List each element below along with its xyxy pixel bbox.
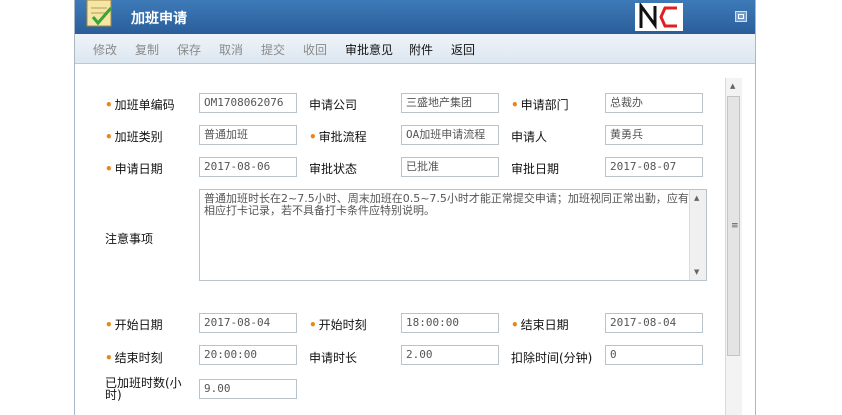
nc-logo bbox=[635, 1, 683, 31]
end-time-label: • 结束时刻 bbox=[105, 351, 163, 365]
scrollbar-thumb[interactable]: ≡ bbox=[727, 96, 740, 356]
apply-duration-field[interactable]: 2.00 bbox=[401, 345, 499, 365]
apply-date-label: • 申请日期 bbox=[105, 162, 163, 176]
end-date-field[interactable]: 2017-08-04 bbox=[605, 313, 703, 333]
window-title: 加班申请 bbox=[131, 11, 187, 27]
apply-date-field[interactable]: 2017-08-06 bbox=[199, 157, 297, 177]
overtime-no-label: • 加班单编码 bbox=[105, 98, 175, 112]
notes-scrollbar[interactable]: ▲ ▼ bbox=[689, 190, 706, 280]
attachment-button[interactable]: 附件 bbox=[409, 41, 433, 58]
required-mark: • bbox=[511, 98, 519, 112]
start-date-field[interactable]: 2017-08-04 bbox=[199, 313, 297, 333]
start-date-label: • 开始日期 bbox=[105, 318, 163, 332]
approval-flow-label: • 审批流程 bbox=[309, 130, 367, 144]
notes-label: 注意事项 bbox=[105, 232, 154, 246]
end-time-field[interactable]: 20:00:00 bbox=[199, 345, 297, 365]
action-toolbar: 修改 复制 保存 取消 提交 收回 审批意见 附件 返回 bbox=[75, 34, 755, 64]
required-mark: • bbox=[105, 318, 113, 332]
required-mark: • bbox=[511, 318, 519, 332]
notes-textarea[interactable]: 普通加班时长在2~7.5小时、周末加班在0.5~7.5小时才能正常提交申请；加班… bbox=[199, 189, 707, 281]
start-time-label: • 开始时刻 bbox=[309, 318, 367, 332]
notes-text: 普通加班时长在2~7.5小时、周末加班在0.5~7.5小时才能正常提交申请；加班… bbox=[204, 192, 689, 217]
approval-date-label: 审批日期 bbox=[511, 162, 560, 176]
window-titlebar: 加班申请 bbox=[75, 0, 755, 34]
department-field[interactable]: 总裁办 bbox=[605, 93, 703, 113]
save-button[interactable]: 保存 bbox=[177, 41, 201, 58]
grip-icon: ≡ bbox=[731, 221, 739, 231]
submit-button[interactable]: 提交 bbox=[261, 41, 285, 58]
approval-opinion-button[interactable]: 审批意见 bbox=[345, 41, 393, 58]
scroll-up-icon[interactable]: ▲ bbox=[730, 82, 735, 90]
document-check-icon bbox=[81, 0, 121, 30]
back-button[interactable]: 返回 bbox=[451, 41, 475, 58]
overtime-application-window: 加班申请 修改 复制 保存 取消 提交 收回 审批意见 附件 返回 • 加班单编码… bbox=[74, 0, 756, 415]
approval-status-field[interactable]: 已批准 bbox=[401, 157, 499, 177]
deduct-time-label: 扣除时间(分钟) bbox=[511, 351, 593, 365]
withdraw-button[interactable]: 收回 bbox=[303, 41, 327, 58]
required-mark: • bbox=[105, 98, 113, 112]
approval-status-label: 审批状态 bbox=[309, 162, 358, 176]
scroll-up-icon[interactable]: ▲ bbox=[694, 194, 699, 202]
required-mark: • bbox=[105, 130, 113, 144]
page-scrollbar[interactable]: ▲ ≡ bbox=[725, 78, 742, 415]
copy-button[interactable]: 复制 bbox=[135, 41, 159, 58]
overtime-type-field[interactable]: 普通加班 bbox=[199, 125, 297, 145]
approval-flow-field[interactable]: OA加班申请流程 bbox=[401, 125, 499, 145]
apply-duration-label: 申请时长 bbox=[309, 351, 358, 365]
form-content: • 加班单编码 OM1708062076 申请公司 三盛地产集团 • 申请部门 总裁… bbox=[75, 64, 755, 415]
cancel-button[interactable]: 取消 bbox=[219, 41, 243, 58]
applicant-field[interactable]: 黄勇兵 bbox=[605, 125, 703, 145]
applicant-label: 申请人 bbox=[511, 130, 548, 144]
company-label: 申请公司 bbox=[309, 98, 358, 112]
scroll-down-icon[interactable]: ▼ bbox=[694, 268, 699, 276]
start-time-field[interactable]: 18:00:00 bbox=[401, 313, 499, 333]
approval-date-field[interactable]: 2017-08-07 bbox=[605, 157, 703, 177]
overtime-no-field[interactable]: OM1708062076 bbox=[199, 93, 297, 113]
required-mark: • bbox=[309, 318, 317, 332]
done-hours-field[interactable]: 9.00 bbox=[199, 379, 297, 399]
edit-button[interactable]: 修改 bbox=[93, 41, 117, 58]
required-mark: • bbox=[309, 130, 317, 144]
maximize-button[interactable] bbox=[735, 11, 747, 22]
required-mark: • bbox=[105, 351, 113, 365]
company-field[interactable]: 三盛地产集团 bbox=[401, 93, 499, 113]
required-mark: • bbox=[105, 162, 113, 176]
end-date-label: • 结束日期 bbox=[511, 318, 569, 332]
done-hours-label: 已加班时数(小时) bbox=[105, 376, 182, 402]
overtime-type-label: • 加班类别 bbox=[105, 130, 163, 144]
department-label: • 申请部门 bbox=[511, 98, 569, 112]
deduct-time-field[interactable]: 0 bbox=[605, 345, 703, 365]
